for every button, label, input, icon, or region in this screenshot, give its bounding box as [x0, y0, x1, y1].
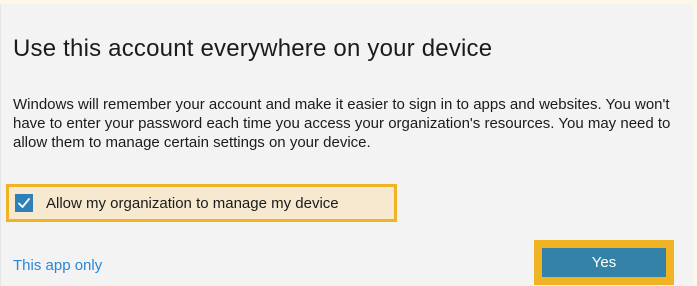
allow-manage-device-checkbox[interactable]: Allow my organization to manage my devic… [6, 184, 397, 222]
dialog-title: Use this account everywhere on your devi… [13, 35, 493, 62]
yes-button[interactable]: Yes [542, 248, 666, 277]
this-app-only-link[interactable]: This app only [13, 257, 102, 274]
yes-button-highlight: Yes [534, 240, 674, 285]
dialog-description: Windows will remember your account and m… [13, 96, 671, 151]
account-dialog: Use this account everywhere on your devi… [0, 4, 693, 286]
checkbox-label: Allow my organization to manage my devic… [46, 194, 339, 212]
checkbox-checked-icon[interactable] [15, 194, 33, 212]
